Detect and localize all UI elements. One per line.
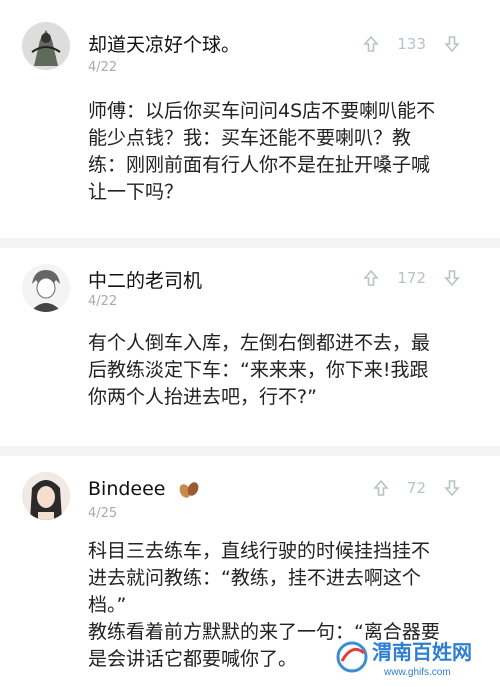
- comment-2: 中二的老司机 4/22 172 有个人倒车入库，左倒右倒都进不去，最 后教练淡定…: [0, 248, 500, 446]
- comment-line: 有个人倒车入库，左倒右倒都进不去，最: [88, 332, 431, 354]
- downvote-icon[interactable]: [442, 34, 462, 54]
- divider: [0, 238, 500, 248]
- upvote-icon[interactable]: [361, 34, 381, 54]
- comment-1: 却道天凉好个球。 4/22 133 师傅：以后你买车问问4S店不要喇叭能不 能少…: [0, 0, 500, 238]
- comment-line: 练：刚刚前面有行人你不是在扯开嗓子喊: [88, 154, 431, 176]
- comment-line: 你两个人抬进去吧，行不?”: [88, 386, 317, 408]
- vote-controls: 133: [361, 34, 462, 54]
- comment-date: 4/22: [88, 60, 118, 75]
- username-text: Bindeee: [88, 478, 166, 500]
- vote-count: 172: [397, 269, 426, 287]
- comment-text: 师傅：以后你买车问问4S店不要喇叭能不 能少点钱？我：买车还能不要喇叭？教 练：…: [88, 98, 460, 206]
- upvote-icon[interactable]: [371, 478, 391, 498]
- leaf-icon: [179, 481, 198, 498]
- watermark-text: 渭南百姓网: [372, 640, 472, 664]
- comment-line: 后教练淡定下车：“来来来，你下来!我跟: [88, 359, 429, 381]
- comment-date: 4/22: [88, 294, 118, 309]
- comment-line: 师傅：以后你买车问问4S店不要喇叭能不: [88, 100, 436, 122]
- vote-controls: 72: [371, 478, 462, 498]
- comment-line: 科目三去练车，直线行驶的时候挂挡挂不: [88, 540, 431, 562]
- comment-line: 让一下吗？: [88, 181, 184, 203]
- vote-count: 133: [397, 35, 426, 53]
- username[interactable]: 中二的老司机: [88, 266, 202, 293]
- comment-date: 4/25: [88, 506, 118, 521]
- comment-text: 有个人倒车入库，左倒右倒都进不去，最 后教练淡定下车：“来来来，你下来!我跟 你…: [88, 330, 460, 411]
- watermark-logo: 渭南百姓网 www.ghifs.com: [334, 633, 494, 681]
- avatar[interactable]: [22, 264, 70, 312]
- watermark-url: www.ghifs.com: [383, 667, 451, 678]
- downvote-icon[interactable]: [442, 478, 462, 498]
- avatar[interactable]: [22, 472, 70, 520]
- comment-line: 档。”: [88, 594, 127, 616]
- vote-controls: 172: [361, 268, 462, 288]
- username[interactable]: 却道天凉好个球。: [88, 30, 240, 57]
- username[interactable]: Bindeee: [88, 478, 200, 500]
- vote-count: 72: [406, 479, 426, 497]
- comment-line: 能少点钱？我：买车还能不要喇叭？教: [88, 127, 412, 149]
- upvote-icon[interactable]: [361, 268, 381, 288]
- downvote-icon[interactable]: [442, 268, 462, 288]
- avatar[interactable]: [22, 22, 70, 70]
- comment-line: 进去就问教练：“教练，挂不进去啊这个: [88, 567, 421, 589]
- divider: [0, 446, 500, 456]
